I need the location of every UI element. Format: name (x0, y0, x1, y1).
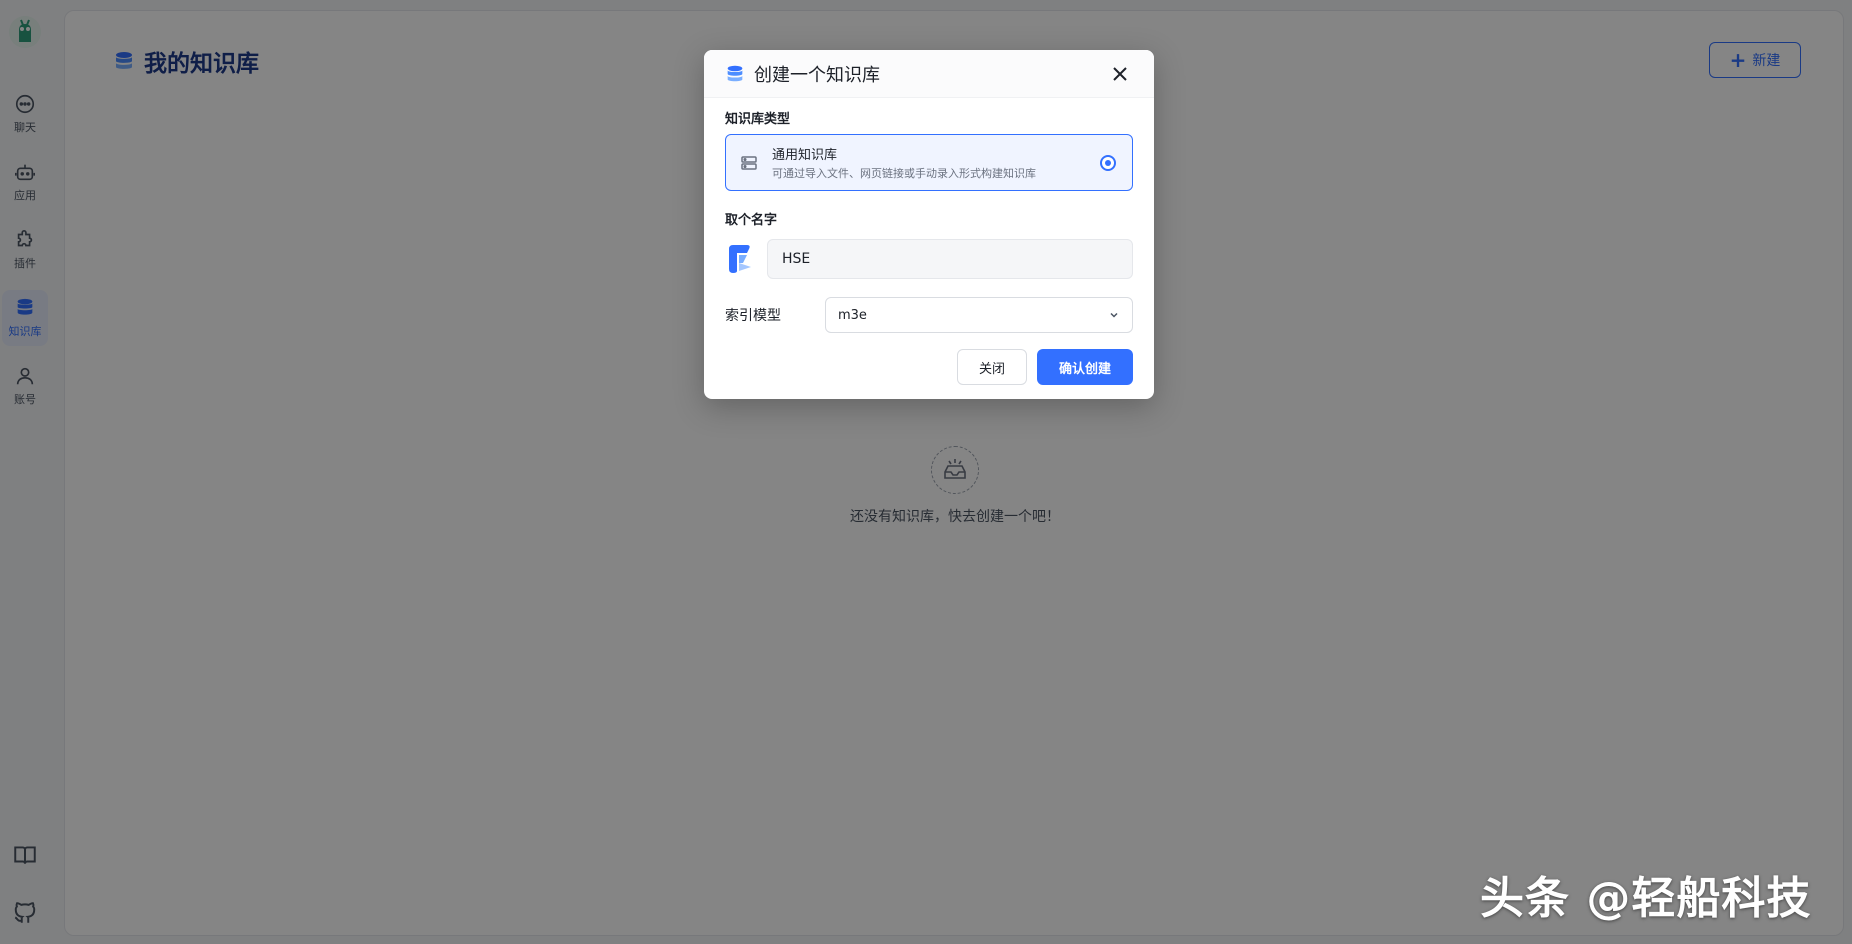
modal-footer: 关闭 确认创建 (957, 349, 1133, 385)
type-option-description: 可通过导入文件、网页链接或手动录入形式构建知识库 (772, 167, 1036, 180)
modal-body: 知识库类型 通用知识库 可通过导入文件、网页链接或手动录入形式构建知识库 取个名… (704, 98, 1154, 333)
modal-header: 创建一个知识库 (704, 50, 1154, 98)
model-label: 索引模型 (725, 308, 781, 324)
type-option-texts: 通用知识库 可通过导入文件、网页链接或手动录入形式构建知识库 (772, 144, 1036, 181)
create-knowledge-base-modal: 创建一个知识库 知识库类型 通用知识库 可通过导入文件、网页链接或手动录入形式构… (704, 50, 1154, 399)
type-option-name: 通用知识库 (772, 148, 838, 163)
modal-title: 创建一个知识库 (754, 64, 880, 86)
model-select[interactable]: m3e (825, 297, 1133, 333)
avatar-picker[interactable] (725, 243, 753, 275)
confirm-create-button[interactable]: 确认创建 (1037, 349, 1133, 385)
chevron-down-icon (1110, 312, 1118, 318)
watermark-text: 头条 @轻船科技 (1480, 873, 1812, 924)
modal-close-button[interactable] (1108, 62, 1132, 86)
radio-selected-dot (1105, 160, 1111, 166)
database-icon (727, 65, 743, 81)
type-section-label: 知识库类型 (725, 111, 791, 127)
type-option-radio[interactable] (1100, 155, 1116, 171)
name-input[interactable] (767, 239, 1133, 279)
model-row: 索引模型 m3e (725, 297, 1133, 333)
close-icon (1113, 67, 1127, 81)
knowledge-avatar-icon (729, 245, 751, 273)
close-button[interactable]: 关闭 (957, 349, 1027, 385)
server-icon (741, 155, 757, 170)
model-selected-value: m3e (838, 307, 867, 323)
name-row (725, 239, 1133, 279)
type-option-general[interactable]: 通用知识库 可通过导入文件、网页链接或手动录入形式构建知识库 (725, 134, 1133, 191)
name-section-label: 取个名字 (725, 212, 778, 228)
